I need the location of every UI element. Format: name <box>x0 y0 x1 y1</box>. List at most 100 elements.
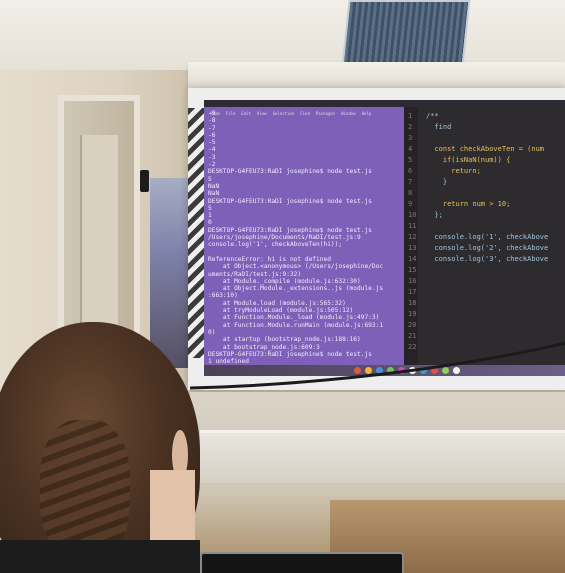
code-line: 19 <box>408 309 565 320</box>
terminal-line: ReferenceError: hi is not defined <box>208 255 331 263</box>
terminal-line: NaN <box>208 182 220 190</box>
code-line: 8 <box>408 188 565 199</box>
terminal-line: 0 <box>208 219 212 227</box>
code-text: find <box>426 123 452 131</box>
line-number: 18 <box>408 299 417 307</box>
terminal-line: -2 <box>208 161 216 169</box>
whiteboard-ledge <box>200 430 565 483</box>
menu-item: Packages <box>315 111 336 116</box>
terminal-line: 5 <box>208 204 212 212</box>
ceiling-vent <box>341 0 471 66</box>
code-line: 17 <box>408 287 565 298</box>
code-line: 15 <box>408 265 565 276</box>
terminal-line: at Function.Module._load (module.js:497:… <box>208 314 380 322</box>
line-number: 10 <box>408 211 417 219</box>
code-text: console.log('2', checkAbove <box>426 244 549 252</box>
code-text: console.log('1', checkAbove <box>426 233 549 241</box>
code-line: 1 /** <box>408 111 565 122</box>
line-number: 15 <box>408 266 417 274</box>
terminal-line: -5 <box>208 139 216 147</box>
code-text: /** <box>426 112 439 120</box>
door-panel <box>80 135 118 335</box>
light-switch <box>140 170 149 192</box>
menu-item: View <box>256 111 267 116</box>
code-line: 2 find <box>408 122 565 133</box>
line-number: 13 <box>408 244 417 252</box>
code-line: 7 } <box>408 177 565 188</box>
code-line: 10 }; <box>408 210 565 221</box>
menu-item: Selection <box>272 111 295 116</box>
line-number: 17 <box>408 288 417 296</box>
menu-item: Find <box>300 111 310 116</box>
line-number: 14 <box>408 255 417 263</box>
code-line: 9 return num > 10; <box>408 199 565 210</box>
terminal-line: NaN <box>208 190 220 198</box>
line-number: 3 <box>408 134 413 142</box>
code-line: 4 const checkAboveTen = (num <box>408 144 565 155</box>
code-editor: 1/** 2 find 3 4 const checkAboveTen = (num 5… <box>404 107 565 365</box>
line-number: 6 <box>408 167 413 175</box>
code-line: 5 if(isNaN(num)) { <box>408 155 565 166</box>
line-number: 16 <box>408 277 417 285</box>
laptop <box>200 552 404 573</box>
terminal-line: DESKTOP-G4FEU73:RaDI josephine$ node tes… <box>208 197 372 205</box>
line-number: 19 <box>408 310 417 318</box>
terminal-line: -6 <box>208 131 216 139</box>
terminal-line: -7 <box>208 124 216 132</box>
terminal-line: -4 <box>208 146 216 154</box>
cable <box>190 341 565 390</box>
code-line: 6 return; <box>408 166 565 177</box>
line-number: 12 <box>408 233 417 241</box>
ceiling <box>0 0 565 70</box>
code-line: 11 <box>408 221 565 232</box>
terminal-line: at Module._compile (module.js:632:30) <box>208 277 361 285</box>
terminal-line: DESKTOP-G4FEU73:RaDI josephine$ node tes… <box>208 168 372 176</box>
line-number: 1 <box>408 112 413 120</box>
terminal-window: -9 -8 -7 -6 -5 -4 -3 -2 DESKTOP-G4FEU73:RaDI jos… <box>204 100 404 365</box>
terminal-line: 5 <box>208 175 212 183</box>
menu-item: File <box>225 111 236 116</box>
editor-code: 1/** 2 find 3 4 const checkAboveTen = (num 5… <box>408 111 565 353</box>
classroom-photo: -9 -8 -7 -6 -5 -4 -3 -2 DESKTOP-G4FEU73:RaDI jos… <box>0 0 565 573</box>
line-number: 8 <box>408 189 413 197</box>
code-line: 14 console.log('3', checkAbove <box>408 254 565 265</box>
terminal-line: -3 <box>208 153 216 161</box>
code-text: const checkAboveTen = (num <box>426 145 545 153</box>
terminal-line: uments/RaDI/test.js:9:32) <box>208 270 302 278</box>
terminal-line: console.log('1', checkAboveTen(hi)); <box>208 241 343 249</box>
code-line: 18 <box>408 298 565 309</box>
projector-screen-housing <box>188 62 565 88</box>
terminal-line: at Function.Module.runMain (module.js:69… <box>208 321 384 329</box>
menu-item: Window <box>341 111 356 116</box>
line-number: 9 <box>408 200 413 208</box>
line-number: 7 <box>408 178 413 186</box>
terminal-output: -9 -8 -7 -6 -5 -4 -3 -2 DESKTOP-G4FEU73:RaDI jos… <box>208 110 403 365</box>
code-line: 13 console.log('2', checkAbove <box>408 243 565 254</box>
terminal-line: at Module.load (module.js:565:32) <box>208 299 346 307</box>
menu-item: Atom <box>210 111 220 116</box>
code-line: 3 <box>408 133 565 144</box>
code-text: } <box>426 178 448 186</box>
code-line: 16 <box>408 276 565 287</box>
terminal-line: 1 <box>208 212 212 220</box>
code-text: console.log('3', checkAbove <box>426 255 549 263</box>
terminal-line: /Users/josephine/Documents/RaDI/test.js:… <box>208 234 361 242</box>
code-line: 12 console.log('1', checkAbove <box>408 232 565 243</box>
menu-item: Help <box>361 111 372 116</box>
code-text: return num > 10; <box>426 200 511 208</box>
window-reflection <box>150 178 190 368</box>
terminal-line: :663:10) <box>208 292 238 300</box>
terminal-line: -8 <box>208 117 216 125</box>
line-number: 2 <box>408 123 413 131</box>
menu-item: Edit <box>241 111 251 116</box>
terminal-line: at Object.Module._extensions..js (module… <box>208 285 384 293</box>
terminal-line: at Object.<anonymous> (/Users/josephine/… <box>208 263 384 271</box>
line-number: 5 <box>408 156 413 164</box>
code-text: if(isNaN(num)) { <box>426 156 511 164</box>
code-text: return; <box>426 167 481 175</box>
terminal-line: DESKTOP-G4FEU73:RaDI josephine$ node tes… <box>208 226 372 234</box>
line-number: 11 <box>408 222 417 230</box>
terminal-line: at tryModuleLoad (module.js:505:12) <box>208 307 354 315</box>
braid <box>40 420 130 560</box>
